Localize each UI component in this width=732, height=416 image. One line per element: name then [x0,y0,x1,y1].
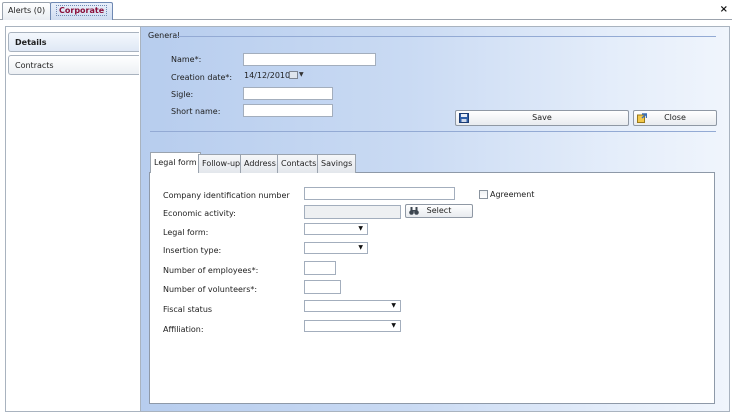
tab-address[interactable]: Address [240,154,280,173]
tab-corporate[interactable]: Corporate [50,2,114,20]
save-button[interactable]: Save [455,110,629,126]
exit-door-icon [637,113,647,123]
legal-form-select[interactable]: ▼ [304,223,368,235]
calendar-icon[interactable] [289,71,298,79]
economic-activity-label: Economic activity: [163,209,236,218]
select-button[interactable]: Select [405,204,473,218]
close-button[interactable]: Close [633,110,717,126]
volunteers-label: Number of volunteers*: [163,285,258,294]
save-button-label: Save [532,113,552,122]
sidebar-item-details[interactable]: Details [8,32,139,52]
tab-contacts[interactable]: Contacts [277,154,321,173]
chevron-down-icon: ▼ [391,302,396,309]
close-icon[interactable]: × [720,4,728,16]
legal-form-label: Legal form: [163,228,209,237]
short-name-input[interactable] [243,104,333,117]
chevron-down-icon[interactable]: ▼ [299,71,304,78]
agreement-checkbox[interactable] [479,190,488,199]
volunteers-input[interactable] [304,280,341,294]
employees-label: Number of employees*: [163,266,259,275]
chevron-down-icon: ▼ [358,225,363,232]
tab-corporate-label: Corporate [56,5,108,16]
affiliation-select[interactable]: ▼ [304,320,401,332]
floppy-disk-icon [459,113,469,123]
sidebar-item-contracts[interactable]: Contracts [8,55,139,75]
creation-date-value[interactable]: 14/12/2010 [244,71,290,80]
creation-date-label: Creation date*: [171,73,233,82]
fiscal-status-label: Fiscal status [163,305,213,314]
agreement-label: Agreement [490,190,535,199]
short-name-label: Short name: [171,107,221,116]
binoculars-icon [409,207,419,215]
chevron-down-icon: ▼ [358,244,363,251]
insertion-type-select[interactable]: ▼ [304,242,368,254]
side-panel [5,26,141,412]
tab-follow-up[interactable]: Follow-up [198,154,245,173]
economic-activity-input [304,205,401,219]
tab-savings[interactable]: Savings [317,154,357,173]
company-id-label: Company identification number [163,191,290,200]
tab-legal-form[interactable]: Legal form [150,152,201,173]
general-divider [176,36,716,37]
close-button-label: Close [664,113,686,122]
select-button-label: Select [426,206,452,215]
sigle-input[interactable] [243,87,333,100]
employees-input[interactable] [304,261,336,275]
name-label: Name*: [171,55,202,64]
tab-alerts[interactable]: Alerts (0) [2,2,52,20]
affiliation-label: Affiliation: [163,325,204,334]
name-input[interactable] [243,53,376,66]
fiscal-status-select[interactable]: ▼ [304,300,401,312]
company-id-input[interactable] [304,187,455,200]
top-tab-strip: Alerts (0) Corporate × [0,0,732,20]
sigle-label: Sigle: [171,90,194,99]
section-divider [150,131,716,132]
chevron-down-icon: ▼ [391,322,396,329]
general-group-title: General [148,31,180,40]
insertion-type-label: Insertion type: [163,246,222,255]
